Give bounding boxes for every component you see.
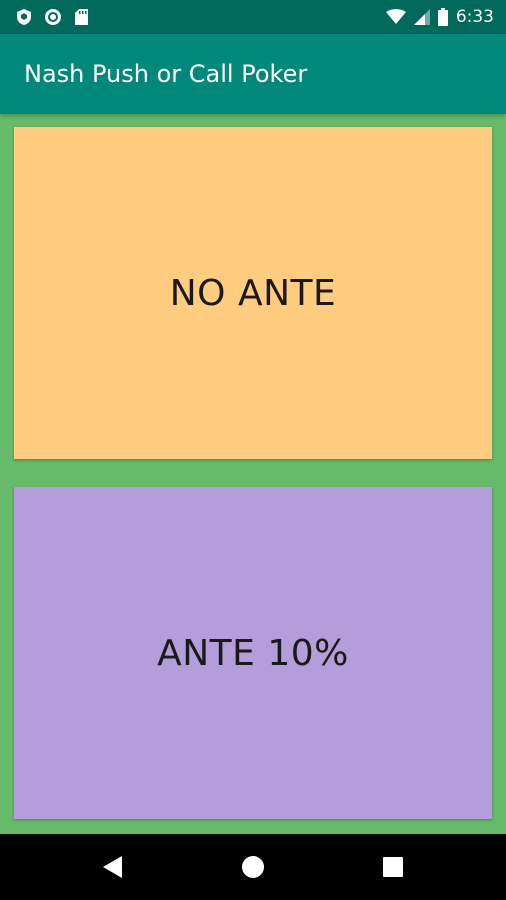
recents-icon (382, 856, 404, 878)
status-bar: 6:33 (0, 0, 506, 34)
back-button[interactable] (73, 834, 153, 900)
wifi-icon (385, 9, 406, 25)
no-ante-button[interactable]: NO ANTE (14, 127, 492, 459)
screen: 6:33 Nash Push or Call Poker NO ANTE ANT… (0, 0, 506, 900)
no-ante-label: NO ANTE (169, 272, 337, 314)
recents-button[interactable] (353, 834, 433, 900)
ante-10-percent-button[interactable]: ANTE 10% (14, 487, 492, 819)
status-time: 6:33 (455, 7, 494, 27)
app-title: Nash Push or Call Poker (24, 60, 308, 88)
navigation-bar (0, 834, 506, 900)
sd-card-icon (74, 8, 89, 26)
app-bar: Nash Push or Call Poker (0, 34, 506, 114)
home-icon (241, 855, 265, 879)
status-right-icons: 6:33 (385, 0, 494, 34)
battery-icon (437, 8, 448, 26)
shield-icon (16, 8, 32, 26)
back-icon (102, 855, 124, 879)
status-left-icons (16, 0, 89, 34)
circle-record-icon (44, 8, 62, 26)
home-button[interactable] (213, 834, 293, 900)
ante-10-percent-label: ANTE 10% (157, 632, 349, 674)
cell-signal-icon (413, 9, 430, 25)
